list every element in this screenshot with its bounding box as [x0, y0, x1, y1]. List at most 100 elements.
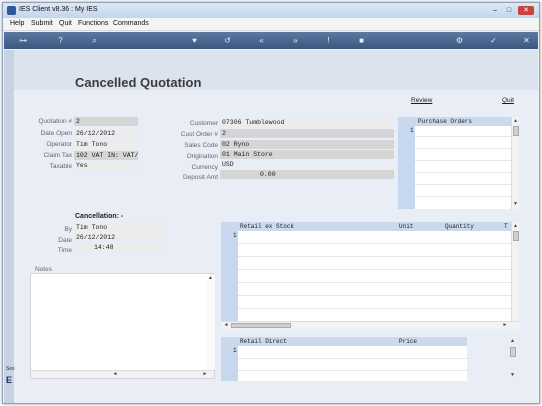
- key-icon[interactable]: ⊶: [13, 34, 33, 47]
- close-window-button[interactable]: ✕: [518, 6, 534, 15]
- row-number: 1: [233, 232, 237, 239]
- form-area: Ses E Cancelled Quotation Review Quit Qu…: [4, 50, 538, 403]
- maximize-button[interactable]: □: [503, 6, 515, 15]
- menu-bar: Help Submit Quit Functions Commands: [3, 18, 539, 31]
- quit-link[interactable]: Quit: [502, 97, 514, 104]
- scroll-right-icon[interactable]: ►: [201, 371, 209, 378]
- notes-textarea[interactable]: ▲ ◄ ►: [30, 273, 215, 379]
- scroll-up-icon[interactable]: ▲: [207, 274, 214, 282]
- scroll-down-icon[interactable]: ▼: [512, 200, 519, 208]
- scroll-up-icon[interactable]: ▲: [509, 337, 516, 345]
- notes-label: Notes: [35, 266, 52, 273]
- minimize-button[interactable]: –: [489, 6, 501, 15]
- scroll-right-icon[interactable]: ►: [501, 322, 509, 329]
- heart-icon[interactable]: ♥: [188, 34, 201, 47]
- taxable-label: Taxable: [49, 163, 72, 170]
- info-icon[interactable]: !: [322, 34, 335, 47]
- menu-commands[interactable]: Commands: [113, 20, 149, 27]
- notes-hscroll[interactable]: ◄ ►: [31, 370, 214, 378]
- retail-direct-header: Retail Direct Price: [221, 337, 467, 346]
- sales-code-label: Sales Code: [184, 142, 218, 149]
- window-title: IES Client v8.36 : My IES: [19, 6, 98, 13]
- scroll-thumb[interactable]: [231, 323, 291, 328]
- stop-icon[interactable]: ■: [355, 34, 368, 47]
- operator-field[interactable]: Tim Tono: [74, 140, 138, 149]
- stock-hscroll[interactable]: ◄ ►: [221, 321, 519, 329]
- scroll-up-icon[interactable]: ▲: [512, 222, 519, 230]
- cancellation-heading: Cancellation: -: [75, 213, 124, 220]
- date-open-field[interactable]: 26/12/2012: [74, 129, 138, 138]
- menu-submit[interactable]: Submit: [31, 20, 53, 27]
- grid-row: [415, 184, 511, 185]
- cancel-time-label: Time: [57, 247, 72, 254]
- sales-code-field[interactable]: 02 Ryno: [220, 140, 394, 149]
- currency-label: Currency: [191, 164, 218, 171]
- grid-row: [238, 308, 511, 309]
- quotation-field[interactable]: 2: [74, 117, 138, 126]
- menu-quit[interactable]: Quit: [59, 20, 72, 27]
- next-icon[interactable]: »: [289, 34, 302, 47]
- help-icon[interactable]: ?: [54, 34, 67, 47]
- grid-row: [415, 160, 511, 161]
- app-window: IES Client v8.36 : My IES – □ ✕ Help Sub…: [2, 2, 540, 404]
- scroll-up-icon[interactable]: ▲: [512, 117, 519, 125]
- po-scrollbar[interactable]: ▲ ▼: [511, 117, 519, 209]
- claim-tax-field[interactable]: 102 VAT IN: VAT/PPH/GST/C: [74, 151, 138, 160]
- deposit-label: Deposit Amt: [182, 174, 218, 181]
- row-gutter: [398, 126, 415, 209]
- previous-icon[interactable]: «: [255, 34, 268, 47]
- cancel-by-field[interactable]: Tim Tono: [74, 223, 164, 232]
- search-icon[interactable]: ⌕: [88, 34, 101, 47]
- scroll-left-icon[interactable]: ◄: [111, 371, 119, 378]
- row-number: 1: [410, 127, 414, 134]
- grid-row: [238, 282, 511, 283]
- deposit-field[interactable]: 0.00: [220, 170, 394, 179]
- retail-stock-grid[interactable]: Retail ex Stock Unit Quantity T 1 ▲ ◄ ►: [221, 222, 519, 329]
- purchase-orders-title: Purchase Orders: [418, 118, 473, 125]
- origination-label: Origination: [186, 153, 218, 160]
- currency-field[interactable]: USD: [220, 160, 260, 169]
- settings-icon[interactable]: ⚙: [453, 34, 466, 47]
- menu-functions[interactable]: Functions: [78, 20, 108, 27]
- notes-vscroll[interactable]: ▲: [207, 274, 215, 370]
- scroll-thumb[interactable]: [513, 126, 519, 136]
- col-retail-stock: Retail ex Stock: [240, 223, 295, 230]
- grid-row: [238, 358, 467, 359]
- toolbar: ⊶ ? ⌕ ♥ ↺ « » ! ■ ⚙ ✓ ✕: [4, 32, 538, 49]
- origination-field[interactable]: 01 Main Store: [220, 150, 394, 159]
- row-gutter: [221, 231, 238, 321]
- grid-row: [238, 370, 467, 371]
- grid-row: [415, 148, 511, 149]
- retail-direct-grid[interactable]: Retail Direct Price 1: [221, 337, 467, 381]
- purchase-orders-grid[interactable]: Purchase Orders 1 ▲ ▼: [398, 117, 519, 209]
- scroll-thumb[interactable]: [510, 347, 516, 357]
- scroll-thumb[interactable]: [513, 231, 519, 241]
- cancel-date-field[interactable]: 26/12/2012: [74, 233, 164, 242]
- col-t: T: [504, 223, 508, 230]
- direct-vscroll[interactable]: ▲ ▼: [509, 337, 517, 381]
- side-letter: E: [6, 375, 13, 385]
- review-link[interactable]: Review: [411, 97, 432, 104]
- grid-row: [238, 243, 511, 244]
- quotation-label: Quotation #: [38, 118, 72, 125]
- stock-vscroll[interactable]: ▲: [511, 222, 519, 321]
- close-form-icon[interactable]: ✕: [520, 34, 533, 47]
- undo-icon[interactable]: ↺: [221, 34, 234, 47]
- grid-row: [238, 269, 511, 270]
- operator-label: Operator: [46, 141, 72, 148]
- grid-row: [415, 172, 511, 173]
- taxable-field[interactable]: Yes: [74, 161, 138, 170]
- grid-row: [415, 196, 511, 197]
- scroll-down-icon[interactable]: ▼: [509, 371, 516, 379]
- ok-icon[interactable]: ✓: [487, 34, 500, 47]
- col-price: Price: [399, 338, 418, 345]
- cancel-time-field[interactable]: 14:48: [74, 243, 164, 252]
- grid-row: [238, 295, 511, 296]
- scroll-left-icon[interactable]: ◄: [222, 322, 230, 329]
- cust-order-field[interactable]: 2: [220, 129, 394, 138]
- title-bar: IES Client v8.36 : My IES – □ ✕: [3, 3, 539, 18]
- menu-help[interactable]: Help: [10, 20, 24, 27]
- customer-field[interactable]: 07306 Tumblewood: [220, 118, 394, 127]
- page-title: Cancelled Quotation: [75, 75, 202, 90]
- date-open-label: Date Open: [40, 130, 72, 137]
